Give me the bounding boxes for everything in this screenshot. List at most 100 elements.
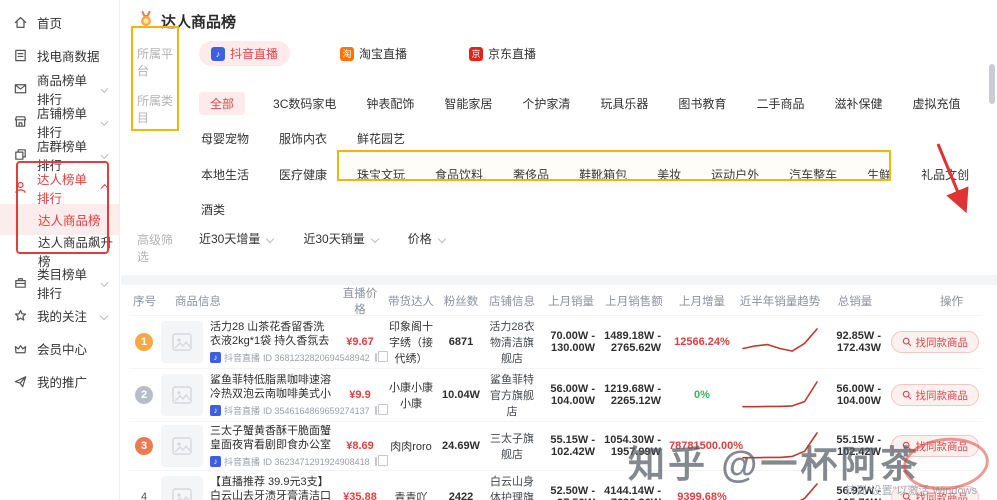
shop-cell[interactable]: 鲨鱼菲特官方旗舰店 xyxy=(483,369,541,421)
last-month-sales-cell: 52.50W - 97.50W xyxy=(550,485,595,500)
find-similar-label: 找同款商品 xyxy=(915,440,969,453)
sidebar-item-3[interactable]: 店铺榜单排行 xyxy=(0,105,119,140)
growth-cell: 0% xyxy=(694,389,710,401)
category-item[interactable]: 母婴宠物 xyxy=(199,127,251,150)
copy-icon[interactable] xyxy=(374,455,388,466)
dropdown-0[interactable]: 近30天增量 xyxy=(199,230,275,247)
rank-badge: 3 xyxy=(135,437,153,455)
taobao-icon: 淘 xyxy=(340,46,355,61)
influencer-cell[interactable]: 小康小康小康 xyxy=(383,377,439,413)
chevron-down-icon xyxy=(100,278,109,287)
product-info: 活力28 山茶花香留香洗衣液2kg*1袋 持久香氛去污护色 低价好物 ♪抖音直播I… xyxy=(210,320,388,364)
find-similar-button[interactable]: 找同款商品 xyxy=(890,435,979,457)
column-header-3: 带货达人 xyxy=(388,296,434,308)
trend-cell xyxy=(737,428,823,464)
last-month-revenue-cell: 4144.14W - 7696.26W xyxy=(604,485,661,500)
category-item[interactable]: 钟表配饰 xyxy=(364,92,416,115)
sidebar-item-0[interactable]: 首页 xyxy=(0,6,119,39)
trend-sparkline xyxy=(742,381,818,408)
last-month-sales-cell: 56.00W - 104.00W xyxy=(550,383,595,407)
platform-pill-label: 淘宝直播 xyxy=(359,47,408,61)
sidebar-item-7[interactable]: 达人商品飙升榜 xyxy=(0,235,119,269)
category-item[interactable]: 生鲜 xyxy=(865,163,893,186)
find-similar-label: 找同款商品 xyxy=(915,336,969,349)
category-item[interactable]: 运动户外 xyxy=(709,163,761,186)
product-info: 三太子蟹黄香酥干脆面蟹皇面夜宵看剧即食办公室酥脆小零食干吃面 ♪抖音直播ID 36… xyxy=(210,424,388,468)
category-item[interactable]: 服饰内衣 xyxy=(277,127,329,150)
category-item[interactable]: 礼品文创 xyxy=(919,163,971,186)
category-item[interactable]: 玩具乐器 xyxy=(598,92,650,115)
sidebar: 首页 找电商数据 商品榜单排行 店铺榜单排行 店群榜单排行 达人榜单排行 达人商品榜 达人商品… xyxy=(0,0,120,500)
data-icon xyxy=(13,48,29,64)
growth-cell: 78781500.00% xyxy=(669,440,744,452)
channel-label: 抖音直播 xyxy=(224,353,261,363)
last-month-revenue-cell: 1489.18W - 2765.62W xyxy=(604,330,661,354)
category-selected[interactable]: 全部 xyxy=(199,92,246,115)
influencer-rank-icon xyxy=(13,180,29,196)
shop-cell[interactable]: 三太子旗舰店 xyxy=(483,428,541,464)
category-item[interactable]: 虚拟充值 xyxy=(910,92,962,115)
advanced-filter-row: 高级筛选 近30天增量 近30天销量 价格 xyxy=(137,230,983,265)
category-item[interactable]: 珠宝文玩 xyxy=(355,163,407,186)
dropdown-1[interactable]: 近30天销量 xyxy=(303,230,379,247)
dropdown-2[interactable]: 价格 xyxy=(407,230,446,247)
category-item[interactable]: 食品饮料 xyxy=(433,163,485,186)
sidebar-item-1[interactable]: 找电商数据 xyxy=(0,39,119,72)
product-title[interactable]: 【直播推荐 39.9元3支】白云山去牙渍牙膏清洁口腔清新口气去烟渍 xyxy=(210,475,335,500)
category-item[interactable]: 汽车整车 xyxy=(787,163,839,186)
rank-badge: 2 xyxy=(135,386,153,404)
sidebar-item-8[interactable]: 类目榜单排行 xyxy=(0,266,119,301)
platform-pill-1[interactable]: 淘淘宝直播 xyxy=(328,41,420,66)
category-item[interactable]: 个护家清 xyxy=(520,92,572,115)
sidebar-item-4[interactable]: 店群榜单排行 xyxy=(0,138,119,173)
category-item[interactable]: 图书教育 xyxy=(676,92,728,115)
chevron-down-icon xyxy=(370,234,379,243)
category-item[interactable]: 医疗健康 xyxy=(277,163,329,186)
shop-cell[interactable]: 白云山身体护理旗舰店 xyxy=(483,471,541,500)
total-sales-cell: 92.85W - 172.43W xyxy=(836,330,881,354)
product-image xyxy=(161,374,203,416)
platform-filter-label: 所属平台 xyxy=(137,47,174,78)
dropdown-label: 近30天销量 xyxy=(303,232,365,246)
find-similar-button[interactable]: 找同款商品 xyxy=(890,384,979,406)
dropdown-label: 价格 xyxy=(407,232,432,246)
sidebar-list: 首页 找电商数据 商品榜单排行 店铺榜单排行 店群榜单排行 达人榜单排行 达人商品榜 达人商品… xyxy=(0,6,119,398)
channel-label: 抖音直播 xyxy=(224,406,261,416)
column-header-9: 近半年销量趋势 xyxy=(739,296,821,308)
sidebar-item-9[interactable]: 我的关注 xyxy=(0,299,119,332)
sidebar-item-10[interactable]: 会员中心 xyxy=(0,332,119,365)
fans-cell: 6871 xyxy=(448,336,474,348)
copy-icon[interactable] xyxy=(374,351,388,362)
copy-icon[interactable] xyxy=(374,404,388,415)
category-item[interactable]: 鲜花园艺 xyxy=(355,127,407,150)
category-item[interactable]: 智能家居 xyxy=(442,92,494,115)
sidebar-item-2[interactable]: 商品榜单排行 xyxy=(0,72,119,107)
search-icon xyxy=(902,337,911,347)
douyin-icon: ♪ xyxy=(210,405,221,416)
platform-pill-2[interactable]: 京京东直播 xyxy=(457,41,549,66)
scrollbar-thumb[interactable] xyxy=(989,64,995,104)
category-item[interactable]: 二手商品 xyxy=(754,92,806,115)
sidebar-item-5[interactable]: 达人榜单排行 xyxy=(0,171,119,206)
platform-pill-0[interactable]: ♪ 抖音直播 xyxy=(199,41,291,66)
influencer-cell[interactable]: 青青吖 xyxy=(383,487,439,500)
find-similar-button[interactable]: 找同款商品 xyxy=(890,331,979,353)
sidebar-item-11[interactable]: 我的推广 xyxy=(0,365,119,398)
category-item[interactable]: 美妆 xyxy=(655,163,683,186)
category-item[interactable]: 奢侈品 xyxy=(511,163,551,186)
category-item[interactable]: 滋补保健 xyxy=(832,92,884,115)
sidebar-item-6[interactable]: 达人商品榜 xyxy=(0,204,119,235)
category-item[interactable]: 鞋靴箱包 xyxy=(577,163,629,186)
product-title[interactable]: 活力28 山茶花香留香洗衣液2kg*1袋 持久香氛去污护色 低价好物 xyxy=(210,320,335,349)
category-item[interactable]: 本地生活 xyxy=(199,163,251,186)
category-item[interactable]: 3C数码家电 xyxy=(271,92,338,115)
category-item[interactable]: 酒类 xyxy=(199,198,227,221)
platform-pill-label: 京东直播 xyxy=(488,47,537,61)
shop-cell[interactable]: 活力28衣物清洁旗舰店 xyxy=(483,316,541,368)
influencer-cell[interactable]: 肉肉roro xyxy=(383,436,439,456)
product-title[interactable]: 鲨鱼菲特低脂黑咖啡速溶冷热双泡云南咖啡美式小粒醇香蛋白质能量 xyxy=(210,373,335,402)
last-month-sales-cell: 55.15W - 102.42W xyxy=(550,434,595,458)
product-title[interactable]: 三太子蟹黄香酥干脆面蟹皇面夜宵看剧即食办公室酥脆小零食干吃面 xyxy=(210,424,335,453)
influencer-cell[interactable]: 印象阁十字绣（接代绣） xyxy=(383,316,439,368)
trend-sparkline xyxy=(742,432,818,459)
